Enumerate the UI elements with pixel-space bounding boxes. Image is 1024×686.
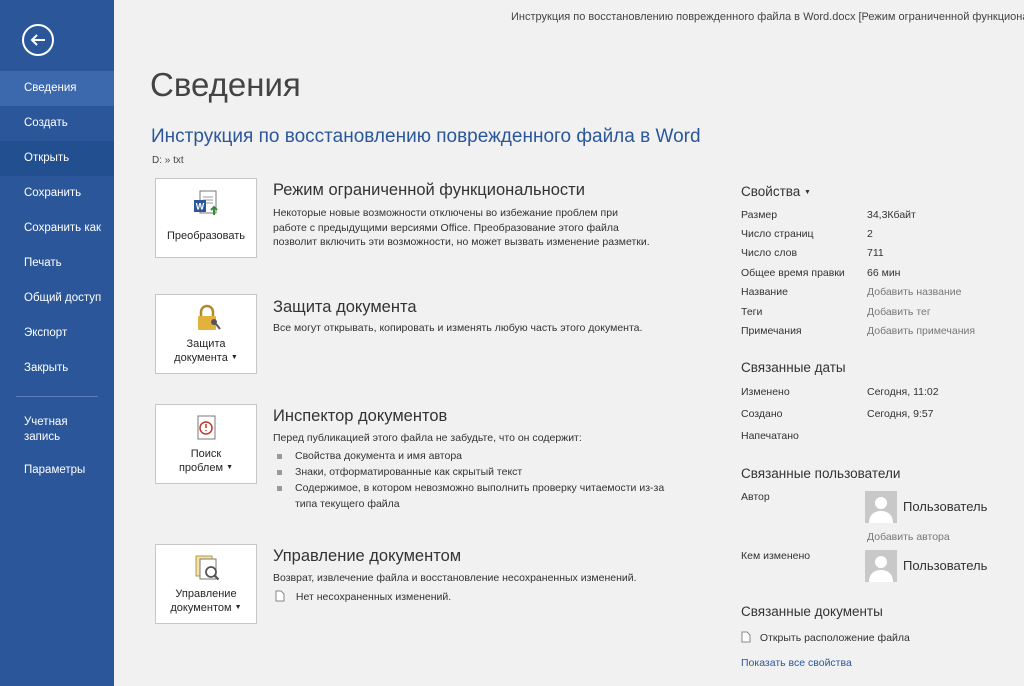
manage-document-icon xyxy=(195,555,220,581)
sidebar-divider xyxy=(16,396,98,397)
backstage-sidebar: Сведения Создать Открыть Сохранить Сохра… xyxy=(0,0,114,686)
unsaved-changes-row: Нет несохраненных изменений. xyxy=(275,590,655,605)
sidebar-item-print[interactable]: Печать xyxy=(0,246,114,281)
property-value: 66 мин xyxy=(867,267,901,279)
sidebar-item-account[interactable]: Учетная запись xyxy=(0,407,114,453)
add-author-field[interactable]: Добавить автора xyxy=(867,531,950,543)
properties-heading[interactable]: Свойства ▼ xyxy=(741,184,811,199)
manage-button-label-line1: Управление xyxy=(175,588,237,600)
lock-key-icon xyxy=(198,304,221,330)
sidebar-item-info[interactable]: Сведения xyxy=(0,71,114,106)
related-documents-heading: Связанные документы xyxy=(741,604,883,619)
list-item: Содержимое, в котором невозможно выполни… xyxy=(275,480,665,512)
property-key: Название xyxy=(741,286,788,298)
check-issues-label-line2-text: проблем xyxy=(178,462,224,474)
dropdown-caret-icon: ▼ xyxy=(234,604,242,612)
dropdown-caret-icon: ▼ xyxy=(230,354,238,362)
modified-by-user[interactable]: Пользователь xyxy=(865,550,1024,582)
convert-button-label: Преобразовать xyxy=(166,230,246,242)
list-item: Свойства документа и имя автора xyxy=(275,448,665,464)
list-item: Знаки, отформатированные как скрытый тек… xyxy=(275,464,665,480)
sidebar-item-save[interactable]: Сохранить xyxy=(0,176,114,211)
word-convert-icon: W xyxy=(194,190,218,215)
check-issues-label-line1: Поиск xyxy=(190,448,222,460)
property-key: Общее время правки xyxy=(741,267,845,279)
date-value: Сегодня, 11:02 xyxy=(867,386,939,398)
author-label-text: Автор xyxy=(741,491,770,503)
check-issues-button[interactable]: Поиск проблем ▼ xyxy=(155,404,257,484)
author-name: Пользователь xyxy=(903,499,988,514)
avatar xyxy=(865,550,897,582)
related-people-heading: Связанные пользователи xyxy=(741,466,901,481)
protect-button-label-line2-text: документа xyxy=(174,352,228,364)
sidebar-item-close[interactable]: Закрыть xyxy=(0,351,114,386)
sidebar-item-options[interactable]: Параметры xyxy=(0,453,114,488)
dropdown-caret-icon: ▼ xyxy=(804,188,811,196)
property-key: Число страниц xyxy=(741,228,814,240)
inspector-text: Перед публикацией этого файла не забудьт… xyxy=(273,432,582,444)
protect-button-label-line2: документа ▼ xyxy=(156,351,256,365)
protect-heading: Защита документа xyxy=(273,298,417,316)
property-key: Размер xyxy=(741,209,778,221)
compat-mode-heading: Режим ограниченной функциональности xyxy=(273,181,585,199)
user-silhouette-icon xyxy=(869,497,893,523)
manage-document-button[interactable]: Управление документом ▼ xyxy=(155,544,257,624)
window-title: Инструкция по восстановлению поврежденно… xyxy=(511,11,1024,23)
unsaved-changes-text: Нет несохраненных изменений. xyxy=(295,591,452,603)
property-key: Теги xyxy=(741,306,763,318)
sidebar-item-save-as[interactable]: Сохранить как xyxy=(0,211,114,246)
property-value: 34,3Кбайт xyxy=(867,209,916,221)
protect-document-button[interactable]: Защита документа ▼ xyxy=(155,294,257,374)
open-file-location-text: Открыть расположение файла xyxy=(759,632,910,644)
sidebar-nav: Сведения Создать Открыть Сохранить Сохра… xyxy=(0,71,114,488)
property-key: Число слов xyxy=(741,247,798,259)
add-title-field[interactable]: Добавить название xyxy=(867,286,961,298)
sidebar-item-new[interactable]: Создать xyxy=(0,106,114,141)
property-value: 2 xyxy=(867,228,873,240)
open-file-location-link[interactable]: Открыть расположение файла xyxy=(741,631,1001,644)
inspector-list: Свойства документа и имя автора Знаки, о… xyxy=(275,448,665,512)
date-value: Сегодня, 9:57 xyxy=(867,408,934,420)
manage-button-label-line2: документом ▼ xyxy=(156,601,256,615)
property-key: Примечания xyxy=(741,325,802,337)
property-value: 711 xyxy=(867,247,884,259)
protect-text: Все могут открывать, копировать и изменя… xyxy=(273,322,643,334)
document-icon xyxy=(275,590,285,602)
protect-button-label-line1: Защита xyxy=(186,338,226,350)
arrow-left-icon xyxy=(30,34,45,46)
show-all-properties-link[interactable]: Показать все свойства xyxy=(741,657,1001,669)
check-issues-label-line2: проблем ▼ xyxy=(156,461,256,475)
author-user[interactable]: Пользователь xyxy=(865,491,1024,523)
user-silhouette-icon xyxy=(869,556,893,582)
date-key: Изменено xyxy=(741,386,790,398)
dropdown-caret-icon: ▼ xyxy=(226,464,234,472)
sidebar-item-open[interactable]: Открыть xyxy=(0,141,114,176)
date-key: Напечатано xyxy=(741,430,799,442)
sidebar-item-share[interactable]: Общий доступ xyxy=(0,281,114,316)
add-comments-field[interactable]: Добавить примечания xyxy=(867,325,975,337)
document-path[interactable]: D: » txt xyxy=(152,155,184,166)
avatar xyxy=(865,491,897,523)
add-tag-field[interactable]: Добавить тег xyxy=(867,306,931,318)
document-title: Инструкция по восстановлению поврежденно… xyxy=(151,126,701,147)
inspector-heading: Инспектор документов xyxy=(273,407,448,425)
properties-heading-text: Свойства xyxy=(741,184,801,199)
inspect-document-icon xyxy=(197,415,216,440)
back-button[interactable] xyxy=(22,24,54,56)
manage-heading: Управление документом xyxy=(273,547,462,565)
account-label-line2: запись xyxy=(24,431,61,443)
related-dates-heading: Связанные даты xyxy=(741,360,846,375)
manage-button-label-line2-text: документом xyxy=(170,602,232,614)
compat-mode-text: Некоторые новые возможности отключены во… xyxy=(273,207,650,248)
page-title: Сведения xyxy=(150,66,301,103)
convert-button[interactable]: W Преобразовать xyxy=(155,178,257,258)
document-icon xyxy=(741,631,751,643)
date-key: Создано xyxy=(741,408,783,420)
svg-text:W: W xyxy=(196,202,205,212)
modified-by-label-text: Кем изменено xyxy=(741,550,811,562)
manage-text: Возврат, извлечение файла и восстановлен… xyxy=(273,572,637,584)
sidebar-item-export[interactable]: Экспорт xyxy=(0,316,114,351)
account-label-line1: Учетная xyxy=(24,416,68,428)
modified-by-name: Пользователь xyxy=(903,558,988,573)
